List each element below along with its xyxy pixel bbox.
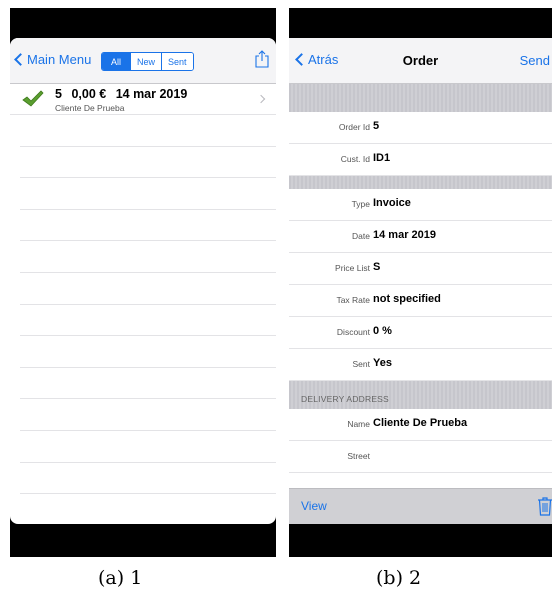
bottom-toolbar: View: [289, 488, 552, 524]
field-value[interactable]: 0 %: [373, 325, 392, 337]
field-label: Cust. Id: [340, 154, 370, 164]
segment-sent[interactable]: Sent: [162, 53, 193, 70]
segment-new[interactable]: New: [131, 53, 163, 70]
figure-caption-b: (b) 2: [376, 567, 422, 589]
empty-row: [20, 399, 276, 431]
field-label: Name: [347, 419, 370, 429]
field-label: Street: [347, 451, 370, 461]
field-label: Type: [351, 199, 370, 209]
page-title: Order: [402, 53, 439, 68]
field-value[interactable]: Yes: [373, 357, 392, 369]
empty-row: [20, 336, 276, 368]
empty-row: [20, 115, 276, 147]
empty-row: [20, 210, 276, 242]
order-number: 5: [55, 87, 62, 101]
phone-screenshot-orders-list: Main Menu All New Sent 5 0,00 € 14 mar 2…: [10, 8, 276, 557]
checkmark-icon: [22, 90, 44, 107]
empty-row: [20, 273, 276, 305]
navigation-bar: Atrás Order Send: [289, 38, 552, 84]
empty-row: [20, 368, 276, 400]
phone-screenshot-order-detail: Atrás Order Send Order Id 5 Cust. Id ID1…: [289, 8, 552, 557]
field-label: Sent: [352, 359, 371, 369]
empty-row: [20, 147, 276, 179]
order-date: 14 mar 2019: [115, 87, 188, 101]
field-label: Discount: [336, 327, 370, 337]
section-header-label: DELIVERY ADDRESS: [301, 394, 389, 404]
figure-caption-a: (a) 1: [98, 567, 143, 589]
send-button[interactable]: Send: [520, 53, 550, 68]
field-name: Name Cliente De Prueba: [289, 409, 552, 441]
field-value[interactable]: 5: [373, 120, 379, 132]
order-detail-screen: Atrás Order Send Order Id 5 Cust. Id ID1…: [289, 38, 552, 524]
empty-row: [20, 305, 276, 337]
chevron-left-icon: [14, 53, 27, 66]
order-amount: 0,00 €: [71, 87, 107, 101]
field-tax-rate: Tax Rate not specified: [289, 285, 552, 317]
back-button-label: Main Menu: [27, 52, 92, 67]
order-list-item[interactable]: 5 0,00 € 14 mar 2019 Cliente De Prueba: [10, 84, 276, 115]
chevron-right-icon: [256, 94, 266, 104]
orders-list-screen: Main Menu All New Sent 5 0,00 € 14 mar 2…: [10, 38, 276, 524]
field-value[interactable]: not specified: [373, 293, 441, 305]
field-type: Type Invoice: [289, 189, 552, 221]
field-value[interactable]: S: [373, 261, 380, 273]
field-order-id: Order Id 5: [289, 112, 552, 144]
field-label: Tax Rate: [336, 295, 370, 305]
empty-row: [20, 431, 276, 463]
back-button[interactable]: Main Menu: [14, 52, 92, 67]
field-value[interactable]: Invoice: [373, 197, 411, 209]
order-summary: 5 0,00 € 14 mar 2019: [55, 87, 193, 101]
field-label: Price List: [335, 263, 370, 273]
navigation-bar: Main Menu All New Sent: [10, 38, 276, 84]
filter-segmented-control: All New Sent: [101, 52, 194, 71]
delivery-address-header: DELIVERY ADDRESS: [289, 381, 552, 409]
section-separator: [289, 84, 552, 112]
empty-list-rows: [10, 115, 276, 495]
field-sent: Sent Yes: [289, 349, 552, 381]
segment-all[interactable]: All: [102, 53, 132, 70]
empty-row: [20, 178, 276, 210]
field-label: Date: [352, 231, 370, 241]
field-value[interactable]: Cliente De Prueba: [373, 417, 467, 429]
field-date: Date 14 mar 2019: [289, 221, 552, 253]
section-separator: [289, 176, 552, 189]
field-street: Street: [289, 441, 552, 473]
share-icon[interactable]: [255, 50, 269, 68]
field-value[interactable]: ID1: [373, 152, 390, 164]
trash-icon[interactable]: [537, 496, 552, 516]
view-button[interactable]: View: [301, 499, 327, 513]
field-cust-id: Cust. Id ID1: [289, 144, 552, 176]
field-label: Order Id: [338, 122, 370, 132]
empty-row: [20, 463, 276, 495]
field-value[interactable]: 14 mar 2019: [373, 229, 436, 241]
order-customer: Cliente De Prueba: [55, 103, 125, 113]
field-price-list: Price List S: [289, 253, 552, 285]
empty-row: [20, 241, 276, 273]
field-discount: Discount 0 %: [289, 317, 552, 349]
